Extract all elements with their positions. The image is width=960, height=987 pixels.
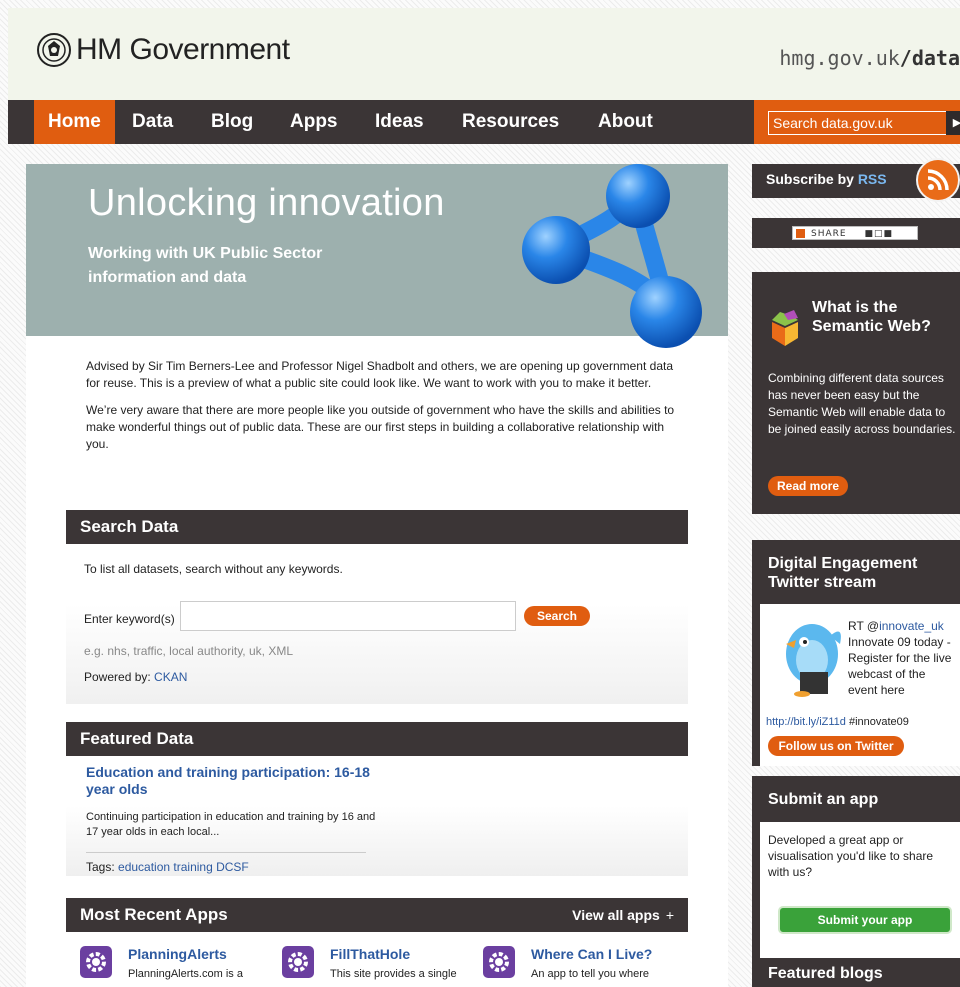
royal-crest-icon (37, 33, 71, 67)
keyword-input[interactable] (180, 601, 516, 631)
hm-government-logo[interactable]: HM Government (36, 32, 290, 68)
tag-links[interactable]: education training DCSF (118, 860, 249, 874)
featured-blogs-title: Featured blogs (768, 965, 883, 982)
recent-apps-title: Most Recent Apps (80, 905, 228, 924)
tweet-handle-link[interactable]: innovate_uk (879, 619, 944, 633)
nav-about[interactable]: About (598, 100, 653, 144)
view-all-apps-link[interactable]: View all apps + (572, 898, 674, 932)
intro-paragraph-2: We’re very aware that there are more peo… (86, 403, 675, 451)
arrow-right-icon: ▶ (952, 117, 960, 129)
submit-title: Submit an app (768, 791, 879, 808)
twitter-panel: Digital Engagement Twitter stream RT @in… (752, 540, 960, 766)
intro-text: Advised by Sir Tim Berners-Lee and Profe… (86, 358, 686, 463)
twitter-title: Digital Engagement Twitter stream (768, 555, 918, 591)
app-item[interactable]: Where Can I Live? An app to tell you whe… (483, 946, 673, 986)
featured-data-panel: Education and training participation: 16… (66, 756, 688, 876)
powered-label: Powered by: (84, 670, 151, 684)
hero-subtitle: Working with UK Public Sector informatio… (88, 245, 323, 286)
featured-blogs-panel: Featured blogs (752, 958, 960, 987)
plus-icon (796, 229, 805, 238)
search-button[interactable]: Search (524, 606, 590, 626)
main-nav: Home Data Blog Apps Ideas Resources Abou… (8, 100, 960, 144)
app-desc: PlanningAlerts.com is a (128, 968, 243, 980)
app-title[interactable]: Where Can I Live? (531, 946, 652, 962)
follow-twitter-button[interactable]: Follow us on Twitter (768, 736, 904, 756)
tweet-link[interactable]: http://bit.ly/iZ11d (766, 716, 846, 728)
tags-label: Tags: (86, 860, 115, 874)
search-go-button[interactable]: ▶ (946, 111, 960, 135)
nav-resources[interactable]: Resources (462, 100, 559, 144)
nav-data[interactable]: Data (132, 100, 173, 144)
divider (86, 852, 366, 853)
site-header: HM Government hmg.gov.uk/data (8, 8, 960, 100)
share-label: SHARE (811, 229, 847, 239)
tweet-text: RT @innovate_uk Innovate 09 today - Regi… (848, 618, 958, 698)
featured-dataset-title[interactable]: Education and training participation: 16… (86, 764, 386, 798)
tweet-prefix: RT @ (848, 619, 880, 633)
site-url: hmg.gov.uk/data (779, 46, 960, 70)
app-desc: An app to tell you where (531, 968, 650, 980)
rss-highlight: RSS (857, 171, 887, 187)
keyword-label: Enter keyword(s) (84, 612, 175, 626)
logo-text: HM Government (76, 33, 290, 66)
rss-subscribe-bar[interactable]: Subscribe by RSS (752, 158, 960, 202)
twitter-bird-icon (786, 624, 841, 697)
featured-dataset-desc: Continuing participation in education an… (86, 811, 376, 838)
nav-ideas[interactable]: Ideas (375, 100, 424, 144)
read-more-button[interactable]: Read more (768, 476, 848, 496)
rss-label-text: Subscribe by (766, 171, 858, 187)
hero-banner: Unlocking innovation Working with UK Pub… (26, 164, 728, 348)
powered-by: Powered by: CKAN (84, 670, 187, 684)
recent-apps-heading: Most Recent Apps View all apps + (66, 898, 688, 932)
plus-icon: + (665, 907, 674, 923)
rss-icon[interactable] (916, 158, 960, 202)
gear-icon (282, 946, 314, 978)
semantic-title: What is the Semantic Web? (812, 299, 931, 335)
search-example: e.g. nhs, traffic, local authority, uk, … (84, 644, 293, 658)
cube-icon (772, 310, 798, 346)
app-item[interactable]: PlanningAlerts PlanningAlerts.com is a (80, 946, 270, 986)
app-title[interactable]: FillThatHole (330, 946, 410, 962)
tweet-continued: http://bit.ly/iZ11d #innovate09 (766, 716, 909, 728)
molecule-graphic (522, 164, 702, 348)
featured-tags: Tags: education training DCSF (86, 860, 249, 874)
main-content: Unlocking innovation Working with UK Pub… (26, 164, 728, 987)
tweet-body: Innovate 09 today - Register for the liv… (848, 635, 952, 697)
app-item[interactable]: FillThatHole This site provides a single (282, 946, 472, 986)
url-suffix: /data (899, 46, 960, 70)
intro-paragraph-1: Advised by Sir Tim Berners-Lee and Profe… (86, 359, 674, 390)
semantic-web-panel: What is the Semantic Web? Combining diff… (752, 272, 960, 514)
nav-home[interactable]: Home (34, 100, 115, 144)
gear-icon (80, 946, 112, 978)
submit-content: Developed a great app or visualisation y… (760, 822, 960, 966)
nav-blog[interactable]: Blog (211, 100, 253, 144)
ckan-link[interactable]: CKAN (154, 670, 187, 684)
search-hint: To list all datasets, search without any… (84, 562, 343, 576)
share-bar: SHARE ■□■ (752, 218, 960, 248)
view-all-label: View all apps (572, 907, 660, 923)
app-desc: This site provides a single (330, 968, 457, 980)
app-title[interactable]: PlanningAlerts (128, 946, 227, 962)
twitter-content: RT @innovate_uk Innovate 09 today - Regi… (760, 604, 960, 766)
rss-label: Subscribe by RSS (766, 171, 887, 187)
tweet-hashtag: #innovate09 (845, 716, 909, 728)
social-icons: ■□■ (864, 229, 893, 239)
url-prefix: hmg.gov.uk (779, 46, 900, 70)
submit-app-panel: Submit an app Developed a great app or v… (752, 776, 960, 966)
search-data-heading: Search Data (66, 510, 688, 544)
featured-data-heading: Featured Data (66, 722, 688, 756)
site-search-input[interactable] (768, 111, 948, 135)
nav-search: ▶ (754, 100, 960, 144)
semantic-desc: Combining different data sources has nev… (768, 371, 956, 436)
hero-title: Unlocking innovation (88, 182, 445, 224)
share-button[interactable]: SHARE ■□■ (792, 226, 918, 240)
submit-app-button[interactable]: Submit your app (778, 906, 952, 934)
nav-apps[interactable]: Apps (290, 100, 338, 144)
search-data-panel: To list all datasets, search without any… (66, 544, 688, 704)
gear-icon (483, 946, 515, 978)
submit-desc: Developed a great app or visualisation y… (768, 833, 934, 879)
